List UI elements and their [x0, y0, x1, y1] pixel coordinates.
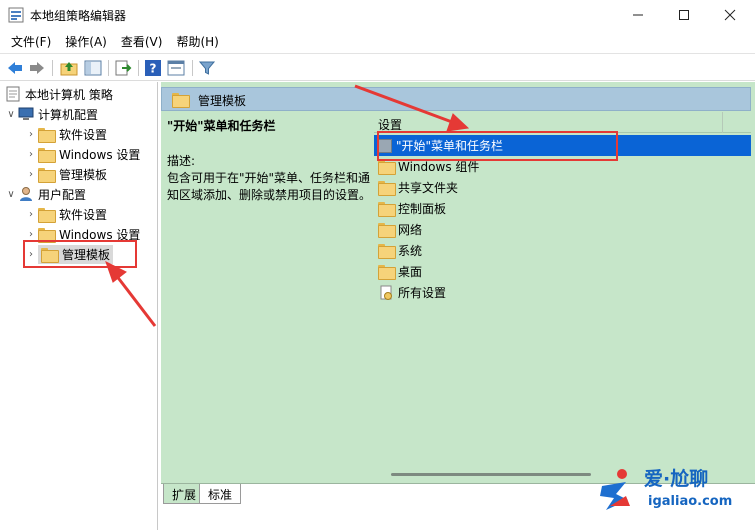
- computer-icon: [18, 107, 34, 120]
- tree-user-label: 用户配置: [38, 187, 87, 202]
- minimize-button[interactable]: [615, 0, 661, 30]
- folder-icon: [172, 93, 190, 108]
- chevron-right-icon[interactable]: ›: [24, 229, 38, 240]
- description-title: "开始"菜单和任务栏: [167, 119, 276, 133]
- list-header[interactable]: 设置: [374, 112, 751, 133]
- column-divider: [722, 112, 723, 133]
- chevron-down-icon[interactable]: ∨: [4, 189, 18, 200]
- list-item-all-settings[interactable]: 所有设置: [374, 282, 751, 303]
- description-label: 描述:: [167, 154, 196, 168]
- menu-bar: 文件(F) 操作(A) 查看(V) 帮助(H): [0, 30, 755, 52]
- description-text: 包含可用于在"开始"菜单、任务栏和通知区域添加、删除或禁用项目的设置。: [167, 171, 372, 202]
- annotation-highlight-box: [23, 240, 137, 268]
- tree-computer-config[interactable]: ∨ 计算机配置: [4, 104, 98, 124]
- folder-icon: [38, 127, 56, 143]
- folder-icon: [378, 265, 396, 280]
- list-item-label: 控制面板: [398, 202, 447, 216]
- tree-root[interactable]: 本地计算机 策略: [5, 84, 113, 104]
- tree-item-computer-software[interactable]: › 软件设置: [24, 124, 107, 144]
- watermark: 爱·尬聊 igaliao.com: [596, 462, 746, 520]
- menu-file[interactable]: 文件(F): [4, 30, 58, 52]
- tree-root-label: 本地计算机 策略: [25, 87, 113, 102]
- policy-document-icon: [6, 86, 20, 102]
- folder-icon: [378, 223, 396, 238]
- list-item-shared-folders[interactable]: 共享文件夹: [374, 177, 751, 198]
- maximize-icon: [679, 10, 689, 20]
- annotation-highlight-box: [377, 131, 618, 161]
- user-icon: [20, 187, 32, 201]
- details-header: 管理模板: [161, 87, 751, 111]
- folder-icon: [378, 181, 396, 196]
- tree-computer-label: 计算机配置: [38, 107, 99, 122]
- chevron-right-icon[interactable]: ›: [24, 209, 38, 220]
- list-item-network[interactable]: 网络: [374, 219, 751, 240]
- chevron-right-icon[interactable]: ›: [24, 129, 38, 140]
- chevron-down-icon[interactable]: ∨: [4, 109, 18, 120]
- watermark-url: igaliao.com: [648, 494, 733, 509]
- list-item-label: 系统: [398, 244, 423, 258]
- console-tree: 本地计算机 策略 ∨ 计算机配置 › 软件设置 › Windows 设置 › 管…: [0, 82, 158, 530]
- list-item-label: 所有设置: [398, 286, 447, 300]
- export-list-icon[interactable]: [114, 59, 132, 77]
- toolbar-separator: [108, 60, 109, 76]
- list-item-system[interactable]: 系统: [374, 240, 751, 261]
- close-icon: [724, 9, 736, 21]
- close-button[interactable]: [707, 0, 753, 30]
- toolbar-separator: [192, 60, 193, 76]
- tree-item-label: 软件设置: [59, 127, 108, 142]
- minimize-icon: [633, 14, 643, 16]
- tree-item-computer-windows[interactable]: › Windows 设置: [24, 144, 140, 164]
- folder-icon: [38, 207, 56, 223]
- forward-arrow-icon[interactable]: [28, 59, 46, 77]
- watermark-logo-icon: [600, 469, 630, 510]
- menu-help[interactable]: 帮助(H): [169, 30, 225, 52]
- properties-icon[interactable]: [167, 59, 185, 77]
- horizontal-scrollbar[interactable]: [391, 473, 591, 476]
- toolbar: ?: [0, 53, 755, 81]
- up-folder-icon[interactable]: [60, 59, 78, 77]
- policy-editor-app-icon: [8, 7, 24, 23]
- list-item-desktop[interactable]: 桌面: [374, 261, 751, 282]
- tree-item-label: 软件设置: [59, 207, 108, 222]
- folder-icon: [378, 160, 396, 175]
- details-header-title: 管理模板: [198, 94, 247, 108]
- folder-icon: [38, 167, 56, 183]
- title-bar: 本地组策略编辑器: [0, 0, 755, 30]
- folder-icon: [38, 227, 56, 243]
- folder-icon: [38, 147, 56, 163]
- toolbar-separator: [52, 60, 53, 76]
- folder-icon: [378, 202, 396, 217]
- folder-icon: [378, 244, 396, 259]
- tree-item-computer-admin-templates[interactable]: › 管理模板: [24, 164, 107, 184]
- help-icon[interactable]: ?: [144, 59, 162, 77]
- tree-user-config[interactable]: ∨ 用户配置: [4, 184, 86, 204]
- settings-list: 设置 "开始"菜单和任务栏 Windows 组件 共享文件夹 控制面板 网络 系…: [374, 112, 751, 482]
- window-title: 本地组策略编辑器: [30, 9, 127, 23]
- tab-standard[interactable]: 标准: [199, 484, 242, 504]
- menu-action[interactable]: 操作(A): [58, 30, 114, 52]
- chevron-right-icon[interactable]: ›: [24, 149, 38, 160]
- list-item-label: 共享文件夹: [398, 181, 459, 195]
- maximize-button[interactable]: [661, 0, 707, 30]
- toolbar-separator: [138, 60, 139, 76]
- list-item-label: 桌面: [398, 265, 423, 279]
- svg-text:?: ?: [150, 62, 157, 76]
- all-settings-icon: [380, 285, 392, 300]
- show-hide-tree-icon[interactable]: [84, 59, 102, 77]
- list-item-control-panel[interactable]: 控制面板: [374, 198, 751, 219]
- description-panel: "开始"菜单和任务栏 描述: 包含可用于在"开始"菜单、任务栏和通知区域添加、删…: [167, 118, 372, 204]
- tree-item-label: 管理模板: [59, 167, 108, 182]
- tree-item-label: Windows 设置: [59, 147, 141, 162]
- chevron-right-icon[interactable]: ›: [24, 169, 38, 180]
- list-item-label: 网络: [398, 223, 423, 237]
- filter-icon[interactable]: [198, 59, 216, 77]
- watermark-brand: 爱·尬聊: [644, 468, 709, 490]
- tree-item-user-software[interactable]: › 软件设置: [24, 204, 107, 224]
- menu-view[interactable]: 查看(V): [114, 30, 170, 52]
- back-arrow-icon[interactable]: [6, 59, 24, 77]
